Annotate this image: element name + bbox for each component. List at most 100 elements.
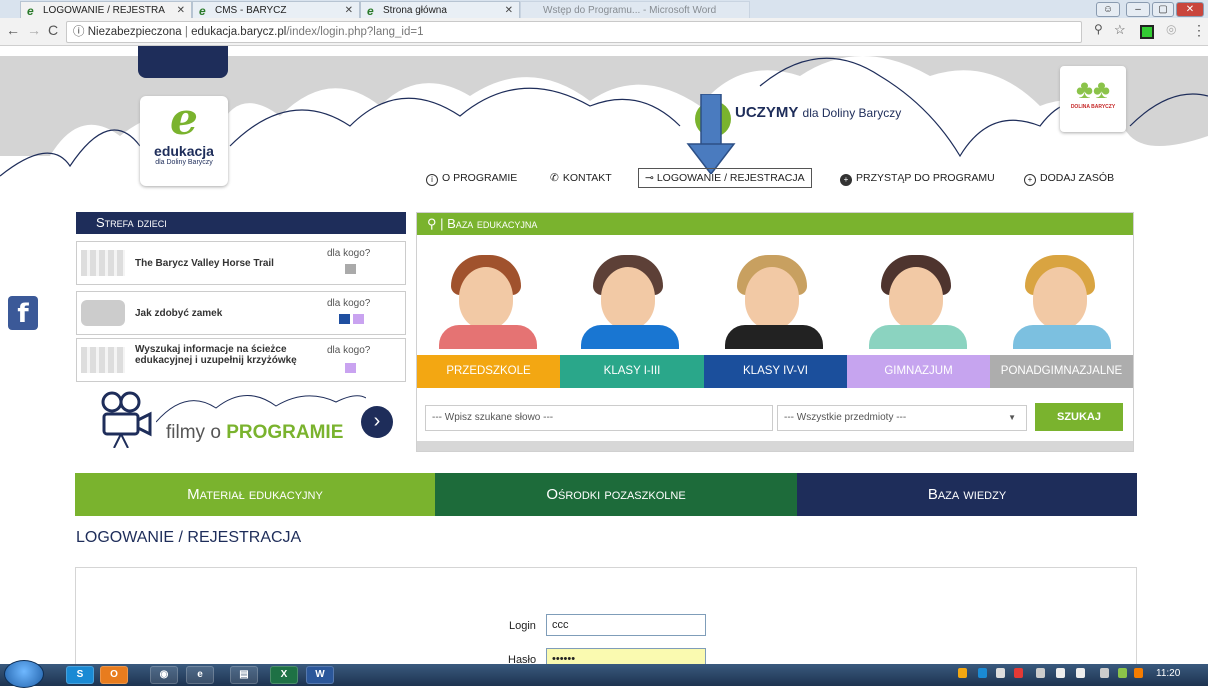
tab-label: Strona główna bbox=[383, 5, 447, 16]
chevron-right-icon[interactable]: › bbox=[361, 406, 393, 438]
tray-icon[interactable] bbox=[1118, 668, 1127, 678]
close-icon[interactable]: ✕ bbox=[345, 2, 353, 18]
search-button[interactable]: SZUKAJ bbox=[1035, 403, 1123, 431]
tray-icon[interactable] bbox=[1100, 668, 1109, 678]
strefa-item[interactable]: Wyszukaj informacje na ścieżce edukacyjn… bbox=[76, 338, 406, 382]
tab-cms[interactable]: e CMS - BARYCZ ✕ bbox=[192, 1, 360, 18]
taskbar: S O ◉ e ▤ X W 11:20 bbox=[0, 660, 1208, 688]
key-icon[interactable]: ⚲ bbox=[1094, 22, 1103, 36]
clock[interactable]: 11:20 bbox=[1156, 668, 1180, 679]
trees-icon: ♣♣ bbox=[1075, 74, 1111, 104]
tray-icon[interactable] bbox=[1036, 668, 1045, 678]
start-button[interactable] bbox=[4, 660, 44, 688]
category-ponadgimnazjalne[interactable]: PONADGIMNAZJALNE bbox=[990, 355, 1133, 388]
tab-logowanie[interactable]: e LOGOWANIE / REJESTRA ✕ bbox=[20, 1, 192, 18]
forward-icon[interactable]: → bbox=[27, 22, 41, 38]
tab-label: CMS - BARYCZ bbox=[215, 5, 287, 16]
excel-icon[interactable]: X bbox=[270, 666, 298, 684]
user-icon[interactable]: ☺ bbox=[1096, 2, 1120, 17]
tray-icon[interactable] bbox=[958, 668, 967, 678]
strefa-item-title: The Barycz Valley Horse Trail bbox=[135, 258, 274, 269]
site-favicon-icon: e bbox=[199, 4, 206, 18]
strefa-item[interactable]: Jak zdobyć zamek dla kogo? bbox=[76, 291, 406, 335]
reload-icon[interactable]: C bbox=[48, 22, 58, 38]
url-input[interactable]: ⓘ Niezabezpieczona | edukacja.barycz.pl/… bbox=[66, 21, 1082, 43]
extension-icon[interactable] bbox=[1140, 25, 1154, 39]
nav-osrodki-pozaszkolne[interactable]: Ośrodki pozaszkolne bbox=[435, 473, 797, 516]
nav-label: LOGOWANIE / REJESTRACJA bbox=[656, 172, 805, 184]
tray-icon[interactable] bbox=[1134, 668, 1143, 678]
baza-edukacyjna-header: ⚲ | Baza edukacyjna bbox=[417, 213, 1133, 235]
nav-przystap[interactable]: + PRZYSTĄP DO PROGRAMU bbox=[840, 172, 995, 186]
strefa-item[interactable]: The Barycz Valley Horse Trail dla kogo? bbox=[76, 241, 406, 285]
nav-logowanie[interactable]: ⊸ LOGOWANIE / REJESTRACJA bbox=[638, 168, 812, 188]
menu-icon[interactable]: ⋮ bbox=[1192, 22, 1206, 39]
skype-icon[interactable]: S bbox=[66, 666, 94, 684]
audience-swatch bbox=[353, 314, 364, 324]
video-camera-icon bbox=[101, 391, 152, 448]
teen-photo bbox=[991, 245, 1133, 349]
password-field[interactable]: •••••• bbox=[546, 648, 706, 664]
dla-kogo-label: dla kogo? bbox=[327, 248, 371, 259]
tab-strona-glowna[interactable]: e Strona główna ✕ bbox=[360, 1, 520, 18]
slogan-bold: UCZYMY bbox=[735, 104, 799, 121]
category-przedszkole[interactable]: PRZEDSZKOLE bbox=[417, 355, 560, 388]
dla-kogo-label: dla kogo? bbox=[327, 345, 371, 356]
key-icon: ⊸ bbox=[645, 172, 654, 184]
close-icon[interactable]: ✕ bbox=[505, 2, 513, 18]
logo-title: edukacja bbox=[154, 143, 214, 159]
tray-icon[interactable] bbox=[978, 668, 987, 678]
audience-swatch bbox=[345, 363, 356, 373]
add-circle-icon: + bbox=[1024, 174, 1036, 186]
nav-kontakt[interactable]: ✆ KONTAKT bbox=[550, 172, 612, 184]
word-icon[interactable]: W bbox=[306, 666, 334, 684]
network-icon[interactable] bbox=[1076, 668, 1085, 678]
nav-label: O PROGRAMIE bbox=[442, 172, 518, 184]
facebook-icon[interactable]: f bbox=[8, 296, 38, 330]
bookmark-star-icon[interactable]: ☆ bbox=[1114, 22, 1126, 38]
plus-icon: + bbox=[840, 174, 852, 186]
minimize-button[interactable]: – bbox=[1126, 2, 1150, 17]
filmy-o-programie-banner[interactable]: filmy o PROGRAMIE › bbox=[76, 386, 406, 448]
search-input[interactable]: --- Wpisz szukane słowo --- bbox=[425, 405, 773, 431]
address-bar: ← → C ⓘ Niezabezpieczona | edukacja.bary… bbox=[0, 18, 1208, 46]
bluetooth-icon[interactable] bbox=[996, 668, 1005, 678]
search-icon: ⚲ bbox=[427, 216, 437, 231]
tray-icon[interactable] bbox=[1014, 668, 1023, 678]
nav-dodaj-zasob[interactable]: + DODAJ ZASÓB bbox=[1024, 172, 1114, 186]
maximize-button[interactable]: ▢ bbox=[1152, 2, 1174, 17]
nav-label: KONTAKT bbox=[562, 172, 612, 184]
close-icon[interactable]: ✕ bbox=[177, 2, 185, 18]
outlook-icon[interactable]: O bbox=[100, 666, 128, 684]
browser-tab-bar: e LOGOWANIE / REJESTRA ✕ e CMS - BARYCZ … bbox=[0, 0, 1208, 18]
nav-label: PRZYSTĄP DO PROGRAMU bbox=[856, 172, 995, 184]
dla-kogo-label: dla kogo? bbox=[327, 298, 371, 309]
filmy-prefix: filmy o bbox=[166, 422, 221, 443]
nav-baza-wiedzy[interactable]: Baza wiedzy bbox=[797, 473, 1137, 516]
internet-explorer-icon[interactable]: e bbox=[186, 666, 214, 684]
close-window-button[interactable]: ✕ bbox=[1176, 2, 1204, 17]
volume-icon[interactable] bbox=[1056, 668, 1065, 678]
login-field[interactable]: ccc bbox=[546, 614, 706, 636]
nav-o-programie[interactable]: i O PROGRAMIE bbox=[426, 172, 517, 186]
wave-decoration bbox=[156, 395, 366, 423]
info-icon[interactable]: ⓘ bbox=[73, 26, 85, 38]
password-label: Hasło bbox=[508, 654, 537, 664]
site-logo[interactable]: e edukacja dla Doliny Baryczy bbox=[140, 96, 228, 186]
category-gimnazjum[interactable]: GIMNAZJUM bbox=[847, 355, 990, 388]
back-icon[interactable]: ← bbox=[6, 22, 20, 38]
category-klasy-4-6[interactable]: KLASY IV-VI bbox=[704, 355, 847, 388]
tab-word[interactable]: Wstęp do Programu... - Microsoft Word bbox=[520, 1, 750, 18]
top-decoration bbox=[138, 46, 228, 78]
filmy-label: filmy o PROGRAMIE bbox=[166, 422, 343, 444]
nav-material-edukacyjny[interactable]: Materiał edukacyjny bbox=[75, 473, 435, 516]
subject-select[interactable]: --- Wszystkie przedmioty --- ▼ bbox=[777, 405, 1027, 431]
category-klasy-1-3[interactable]: KLASY I-III bbox=[560, 355, 704, 388]
chrome-icon[interactable]: ◉ bbox=[150, 666, 178, 684]
extension-2-icon[interactable]: ◎ bbox=[1166, 22, 1176, 36]
strefa-item-title: Jak zdobyć zamek bbox=[135, 308, 223, 319]
dolina-baryczy-logo[interactable]: ♣♣ DOLINA BARYCZY bbox=[1060, 66, 1126, 132]
page-title: LOGOWANIE / REJESTRACJA bbox=[76, 529, 302, 546]
file-explorer-icon[interactable]: ▤ bbox=[230, 666, 258, 684]
logo-subtitle: dla Doliny Baryczy bbox=[155, 159, 213, 166]
